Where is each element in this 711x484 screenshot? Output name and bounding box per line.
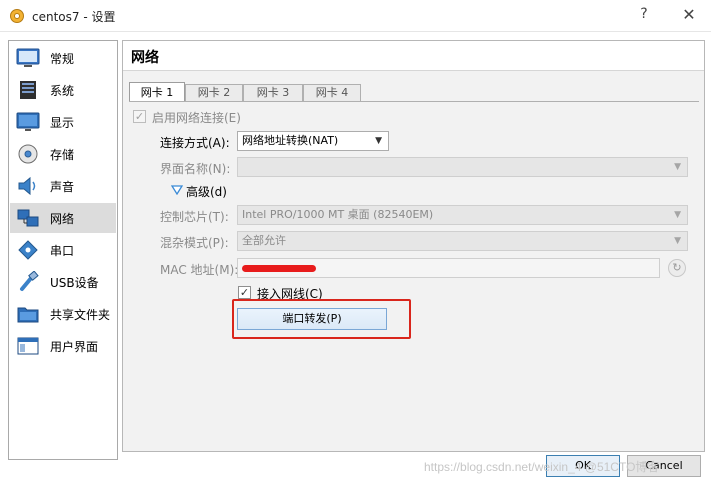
advanced-toggle[interactable]: 高级(d) [186,183,227,200]
user-interface-icon [17,337,39,355]
promiscuous-mode-value: 全部允许 [242,234,286,247]
adapter-type-label: 控制芯片(T): [160,210,229,224]
tab-adapter-1[interactable]: 网卡 1 [129,82,185,102]
sidebar-item-label: 系统 [50,83,75,98]
system-icon [20,81,36,99]
refresh-mac-icon[interactable]: ↻ [668,259,686,277]
sidebar-item-label: 串口 [50,243,75,258]
mac-redaction-mark [242,265,316,272]
storage-icon [18,144,38,164]
serial-port-icon [18,240,38,260]
attached-to-select[interactable]: 网络地址转换(NAT) ▼ [237,131,389,151]
page-title: 网络 [131,50,159,66]
sidebar-item-label: 声音 [50,179,75,194]
sidebar-item-label: 网络 [50,211,75,226]
sidebar-item-label: 共享文件夹 [50,307,111,322]
mac-address-label: MAC 地址(M): [160,263,239,277]
general-icon [16,48,40,67]
title-bar: centos7 - 设置 ? ✕ [0,0,711,32]
sidebar-item-storage[interactable]: 存储 [10,139,116,169]
promiscuous-mode-label: 混杂模式(P): [160,236,229,250]
sidebar-item-network[interactable]: 网络 [10,203,116,233]
sidebar-item-system[interactable]: 系统 [10,75,116,105]
sidebar-item-user-interface[interactable]: 用户界面 [10,331,116,361]
virtualbox-gear-icon [10,9,24,23]
attached-to-value: 网络地址转换(NAT) [242,134,339,147]
sidebar-item-label: USB设备 [50,275,99,290]
usb-icon [20,271,39,291]
help-button[interactable]: ? [636,6,652,22]
section-header: 网络 [123,41,704,71]
enable-adapter-checkbox[interactable]: ✓ [133,110,146,123]
port-forwarding-button[interactable]: 端口转发(P) [237,308,387,330]
sidebar-item-serial-port[interactable]: 串口 [10,235,116,265]
adapter-type-select[interactable]: Intel PRO/1000 MT 桌面 (82540EM) ▼ [237,205,688,225]
settings-sidebar: 常规 系统 显示 存储 声音 网络 串口 USB设备 共享文件夹 用户界面 [8,40,118,460]
chevron-down-icon: ▼ [375,136,382,146]
expand-triangle-icon[interactable] [171,185,183,195]
sidebar-item-label: 用户界面 [50,339,99,354]
tab-adapter-4[interactable]: 网卡 4 [303,84,361,102]
sidebar-item-general[interactable]: 常规 [10,43,116,73]
watermark-text: https://blog.csdn.net/weixin_4 @51CTO博客 [424,460,660,474]
chevron-down-icon: ▼ [674,162,681,172]
shared-folder-icon [17,307,39,323]
tab-adapter-2[interactable]: 网卡 2 [185,84,243,102]
tab-adapter-3[interactable]: 网卡 3 [243,84,303,102]
cable-connected-checkbox[interactable]: ✓ [238,286,251,299]
promiscuous-mode-select[interactable]: 全部允许 ▼ [237,231,688,251]
audio-icon [18,176,36,196]
network-icon [17,209,39,227]
display-icon [16,112,40,131]
adapter-name-select[interactable]: ▼ [237,157,688,177]
sidebar-item-usb[interactable]: USB设备 [10,267,116,297]
window-title: centos7 - 设置 [32,10,116,24]
chevron-down-icon: ▼ [674,236,681,246]
sidebar-item-shared-folders[interactable]: 共享文件夹 [10,299,116,329]
enable-adapter-label: 启用网络连接(E) [152,111,241,125]
close-button[interactable]: ✕ [680,5,698,24]
sidebar-item-label: 显示 [50,115,75,130]
mac-address-input[interactable] [237,258,660,278]
chevron-down-icon: ▼ [674,210,681,220]
sidebar-item-display[interactable]: 显示 [10,107,116,137]
attached-to-label: 连接方式(A): [160,136,230,150]
sidebar-item-label: 存储 [50,147,75,162]
sidebar-item-audio[interactable]: 声音 [10,171,116,201]
adapter-name-label: 界面名称(N): [160,162,231,176]
sidebar-item-label: 常规 [50,51,75,66]
adapter-type-value: Intel PRO/1000 MT 桌面 (82540EM) [242,208,434,221]
